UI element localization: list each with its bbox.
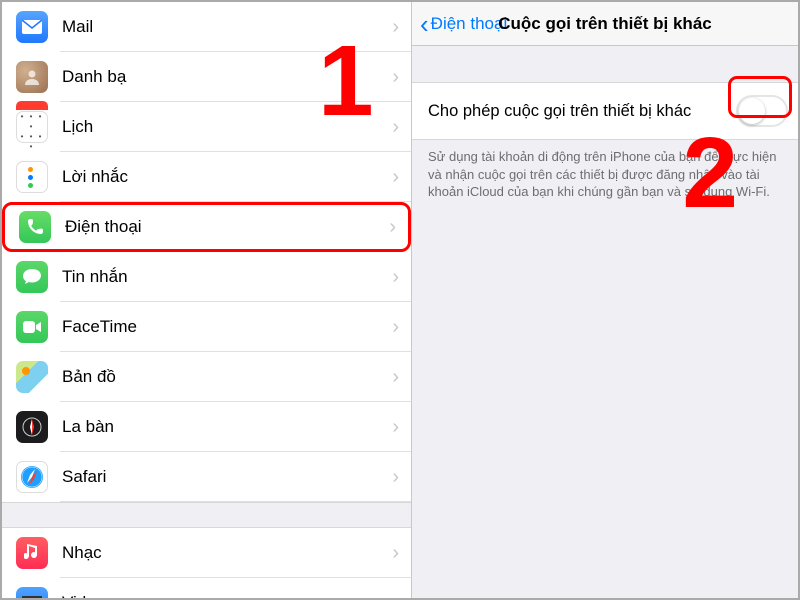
chevron-right-icon: › xyxy=(389,216,396,239)
mail-icon xyxy=(16,11,48,43)
row-contacts[interactable]: Danh bạ › xyxy=(2,52,411,102)
group-separator xyxy=(2,502,411,528)
chevron-right-icon: › xyxy=(392,16,399,39)
page-title: Cuộc gọi trên thiết bị khác xyxy=(498,14,711,34)
row-calendar-label: Lịch xyxy=(62,117,392,137)
row-video[interactable]: Video › xyxy=(2,578,411,598)
row-calendar[interactable]: • • • •• • • • Lịch › xyxy=(2,102,411,152)
row-video-label: Video xyxy=(62,593,392,598)
chevron-left-icon: ‹ xyxy=(420,11,429,37)
row-maps-label: Bản đồ xyxy=(62,367,392,387)
section-description: Sử dụng tài khoản di động trên iPhone củ… xyxy=(412,140,798,201)
back-button[interactable]: ‹ Điện thoại xyxy=(420,11,507,37)
allow-calls-toggle-row: Cho phép cuộc gọi trên thiết bị khác xyxy=(412,82,798,140)
row-facetime[interactable]: FaceTime › xyxy=(2,302,411,352)
row-maps[interactable]: Bản đồ › xyxy=(2,352,411,402)
row-phone-label: Điện thoại xyxy=(65,217,389,237)
settings-split-view: Mail › Danh bạ › • • • •• • • • Lịch › xyxy=(2,2,798,598)
chevron-right-icon: › xyxy=(392,316,399,339)
row-reminders-label: Lời nhắc xyxy=(62,167,392,187)
nav-bar: ‹ Điện thoại Cuộc gọi trên thiết bị khác xyxy=(412,2,798,46)
allow-calls-label: Cho phép cuộc gọi trên thiết bị khác xyxy=(428,102,736,121)
chevron-right-icon: › xyxy=(392,592,399,599)
chevron-right-icon: › xyxy=(392,166,399,189)
chevron-right-icon: › xyxy=(392,466,399,489)
settings-detail-pane: ‹ Điện thoại Cuộc gọi trên thiết bị khác… xyxy=(412,2,798,598)
row-music[interactable]: Nhạc › xyxy=(2,528,411,578)
settings-list: Mail › Danh bạ › • • • •• • • • Lịch › xyxy=(2,2,411,598)
chevron-right-icon: › xyxy=(392,416,399,439)
row-reminders[interactable]: Lời nhắc › xyxy=(2,152,411,202)
row-compass-label: La bàn xyxy=(62,417,392,437)
phone-icon xyxy=(19,211,51,243)
row-messages[interactable]: Tin nhắn › xyxy=(2,252,411,302)
chevron-right-icon: › xyxy=(392,116,399,139)
messages-icon xyxy=(16,261,48,293)
row-messages-label: Tin nhắn xyxy=(62,267,392,287)
chevron-right-icon: › xyxy=(392,266,399,289)
toggle-section: Cho phép cuộc gọi trên thiết bị khác Sử … xyxy=(412,82,798,201)
compass-icon xyxy=(16,411,48,443)
row-safari[interactable]: Safari › xyxy=(2,452,411,502)
row-safari-label: Safari xyxy=(62,467,392,487)
allow-calls-toggle[interactable] xyxy=(736,95,788,127)
settings-master-list: Mail › Danh bạ › • • • •• • • • Lịch › xyxy=(2,2,412,598)
facetime-icon xyxy=(16,311,48,343)
row-facetime-label: FaceTime xyxy=(62,317,392,337)
maps-icon xyxy=(16,361,48,393)
safari-icon xyxy=(16,461,48,493)
toggle-knob xyxy=(739,98,765,124)
music-icon xyxy=(16,537,48,569)
chevron-right-icon: › xyxy=(392,542,399,565)
reminders-icon xyxy=(16,161,48,193)
back-label: Điện thoại xyxy=(431,14,508,34)
row-music-label: Nhạc xyxy=(62,543,392,563)
chevron-right-icon: › xyxy=(392,366,399,389)
contacts-icon xyxy=(16,61,48,93)
calendar-icon: • • • •• • • • xyxy=(16,111,48,143)
video-icon xyxy=(16,587,48,598)
row-contacts-label: Danh bạ xyxy=(62,67,392,87)
row-phone[interactable]: Điện thoại › xyxy=(2,202,411,252)
row-mail[interactable]: Mail › xyxy=(2,2,411,52)
row-mail-label: Mail xyxy=(62,17,392,37)
row-compass[interactable]: La bàn › xyxy=(2,402,411,452)
chevron-right-icon: › xyxy=(392,66,399,89)
